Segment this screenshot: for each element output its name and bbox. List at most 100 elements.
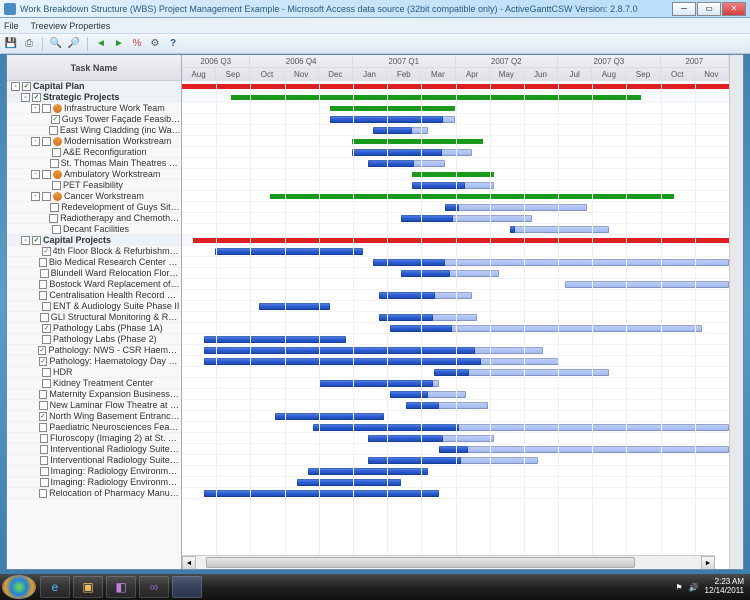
checkbox[interactable] (39, 357, 47, 366)
tree-row[interactable]: Maternity Expansion Business Case (7, 389, 181, 400)
checkbox[interactable] (40, 478, 49, 487)
help-icon[interactable]: ? (166, 37, 180, 51)
checkbox[interactable] (40, 313, 49, 322)
tree-row[interactable]: GLI Structural Monitoring & Repair (7, 312, 181, 323)
tree-row[interactable]: Blundell Ward Relocation Florence (7, 268, 181, 279)
tree-row[interactable]: 4th Floor Block & Refurbishment (7, 246, 181, 257)
task-bar-progress[interactable] (352, 149, 442, 156)
task-bar-progress[interactable] (439, 446, 468, 453)
zoom-out-icon[interactable]: 🔎 (67, 37, 81, 51)
window-maximize-button[interactable]: ▭ (697, 2, 721, 16)
task-bar-progress[interactable] (330, 116, 443, 123)
tree-row[interactable]: -Capital Projects (7, 235, 181, 246)
taskbar-app1-icon[interactable]: ◧ (106, 576, 136, 598)
tree-row[interactable]: -Infrastructure Work Team (7, 103, 181, 114)
task-bar-progress[interactable] (412, 182, 465, 189)
task-bar-progress[interactable] (445, 204, 459, 211)
gantt-row[interactable] (182, 488, 729, 499)
checkbox[interactable] (51, 115, 60, 124)
tree-row[interactable]: Fluroscopy (Imaging 2) at St. Thom (7, 433, 181, 444)
task-bar-progress[interactable] (319, 380, 433, 387)
scroll-left-icon[interactable]: ◄ (182, 556, 196, 569)
task-bar-progress[interactable] (275, 413, 384, 420)
task-bar-progress[interactable] (204, 347, 475, 354)
expand-toggle-icon[interactable]: - (21, 236, 30, 245)
tree-row[interactable]: Decant Facilities (7, 224, 181, 235)
checkbox[interactable] (39, 280, 47, 289)
tree-row[interactable]: Paediatric Neurosciences Feasibility (7, 422, 181, 433)
menu-file[interactable]: File (4, 21, 19, 31)
tree-row[interactable]: ENT & Audiology Suite Phase II (7, 301, 181, 312)
taskbar-vs-icon[interactable]: ∞ (139, 576, 169, 598)
checkbox[interactable] (42, 368, 51, 377)
expand-toggle-icon[interactable]: - (31, 104, 40, 113)
tree-row[interactable]: Imaging: Radiology Environment & (7, 466, 181, 477)
tree-row[interactable]: Centralisation Health Record Storag (7, 290, 181, 301)
task-bar-progress[interactable] (204, 358, 481, 365)
checkbox[interactable] (40, 269, 49, 278)
expand-toggle-icon[interactable]: - (21, 93, 30, 102)
properties-icon[interactable]: ⚙ (148, 37, 162, 51)
gantt-row[interactable] (182, 213, 729, 224)
gantt-row[interactable] (182, 158, 729, 169)
checkbox[interactable] (42, 379, 51, 388)
gantt-row[interactable] (182, 400, 729, 411)
checkbox[interactable] (39, 401, 47, 410)
checkbox[interactable] (52, 148, 61, 157)
gantt-row[interactable] (182, 136, 729, 147)
task-bar-progress[interactable] (510, 226, 515, 233)
link-icon[interactable]: % (130, 37, 144, 51)
gantt-row[interactable] (182, 257, 729, 268)
checkbox[interactable] (39, 258, 47, 267)
checkbox[interactable] (42, 302, 51, 311)
gantt-row[interactable] (182, 125, 729, 136)
checkbox[interactable] (49, 214, 58, 223)
horizontal-scrollbar[interactable]: ◄ ► (182, 555, 715, 569)
task-tree[interactable]: -Capital Plan-Strategic Projects-Infrast… (7, 81, 181, 569)
tree-row[interactable]: Pathology: NWS - CSR Haematology (7, 345, 181, 356)
checkbox[interactable] (49, 126, 58, 135)
task-bar-progress[interactable] (434, 369, 469, 376)
tree-row[interactable]: Bio Medical Research Center & CRF (7, 257, 181, 268)
tree-row[interactable]: Pathology: Haematology Day Care ( (7, 356, 181, 367)
expand-toggle-icon[interactable]: - (31, 192, 40, 201)
checkbox[interactable] (39, 489, 47, 498)
checkbox[interactable] (50, 203, 59, 212)
task-bar-progress[interactable] (308, 468, 428, 475)
task-bar-progress[interactable] (379, 314, 433, 321)
gantt-row[interactable] (182, 367, 729, 378)
gantt-row[interactable] (182, 169, 729, 180)
checkbox[interactable] (39, 412, 47, 421)
summary-bar[interactable] (182, 84, 729, 89)
indent-left-icon[interactable]: ◄ (94, 37, 108, 51)
checkbox[interactable] (42, 324, 51, 333)
gantt-row[interactable] (182, 246, 729, 257)
tree-row[interactable]: Pathology Labs (Phase 2) (7, 334, 181, 345)
checkbox[interactable] (32, 236, 41, 245)
gantt-row[interactable] (182, 444, 729, 455)
checkbox[interactable] (42, 192, 51, 201)
taskbar-ie-icon[interactable]: e (40, 576, 70, 598)
task-bar-progress[interactable] (215, 248, 363, 255)
task-bar-progress[interactable] (297, 479, 401, 486)
summary-bar[interactable] (193, 238, 729, 243)
gantt-row[interactable] (182, 279, 729, 290)
taskbar-explorer-icon[interactable]: ▣ (73, 576, 103, 598)
gantt-row[interactable] (182, 389, 729, 400)
checkbox[interactable] (22, 82, 31, 91)
task-bar-progress[interactable] (368, 457, 461, 464)
tree-row[interactable]: Bostock Ward Replacement of Wate (7, 279, 181, 290)
system-tray[interactable]: ⚑ 🔊 2:23 AM 12/14/2011 (675, 578, 748, 596)
vertical-scrollbar[interactable] (729, 55, 743, 569)
gantt-row[interactable] (182, 378, 729, 389)
tree-row[interactable]: Interventional Radiology Suite (Ima (7, 455, 181, 466)
start-button[interactable] (2, 575, 36, 599)
task-bar-progress[interactable] (373, 127, 411, 134)
expand-toggle-icon[interactable]: - (31, 137, 40, 146)
gantt-row[interactable] (182, 191, 729, 202)
tree-row[interactable]: -Ambulatory Workstream (7, 169, 181, 180)
checkbox[interactable] (40, 467, 49, 476)
tree-row[interactable]: -Strategic Projects (7, 92, 181, 103)
checkbox[interactable] (39, 291, 47, 300)
gantt-row[interactable] (182, 147, 729, 158)
